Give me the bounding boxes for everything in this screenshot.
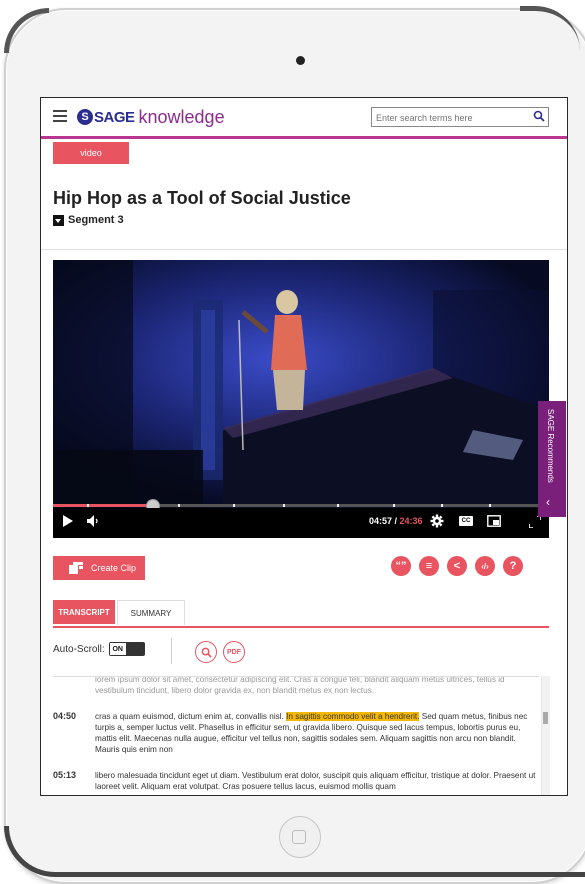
logo-product: knowledge [138,106,225,127]
time-separator: / [392,516,400,526]
fullscreen-icon[interactable] [529,516,541,528]
transcript-search-button[interactable] [195,641,217,663]
share-button[interactable]: < [447,556,467,576]
clip-icon [69,562,83,574]
volume-icon[interactable] [87,515,99,527]
site-header: S SAGE knowledge [41,98,567,139]
home-button[interactable] [279,816,321,858]
tab-summary[interactable]: SUMMARY [117,600,185,625]
search-icon [201,647,212,658]
chapter-marker [489,504,491,507]
screen: S SAGE knowledge video Hip Hop as a Tool… [40,97,568,796]
search-icon[interactable] [533,110,545,122]
page-title: Hip Hop as a Tool of Social Justice [53,188,351,208]
logo[interactable]: S SAGE knowledge [77,106,225,128]
transcript-timestamp[interactable]: 04:50 [53,711,76,722]
create-clip-label: Create Clip [91,563,137,573]
autoscroll-control: Auto-Scroll: ON [53,642,145,656]
progress-fill [53,504,153,507]
logo-mark: S [77,109,93,125]
progress-bar[interactable] [53,499,549,513]
cite-button[interactable]: “” [391,556,411,576]
chevron-down-icon [53,214,64,226]
transcript-text: cras a quam euismod, dictum enim at, con… [95,711,537,755]
time-display: 04:57 / 24:36 [369,516,423,526]
segment-selector[interactable]: Segment 3 [53,214,124,226]
tab-transcript[interactable]: TRANSCRIPT [53,600,115,624]
chapter-marker [178,504,180,507]
player-controls: 04:57 / 24:36 CC [53,508,549,538]
transcript-timestamp[interactable]: 05:13 [53,770,76,781]
tablet-edge [520,6,580,51]
divider [41,249,567,250]
create-clip-button[interactable]: Create Clip [53,556,145,580]
scroll-thumb[interactable] [543,712,548,724]
add-to-playlist-button[interactable]: ≡ [419,556,439,576]
sage-recommends-panel[interactable]: SAGE Recommends ‹ [538,401,566,517]
search-box [371,107,549,127]
chapter-marker [283,504,285,507]
divider [171,638,172,664]
video-player[interactable]: 04:57 / 24:36 CC [53,260,549,538]
autoscroll-label: Auto-Scroll: [53,643,105,655]
play-icon[interactable] [63,515,73,527]
transcript-text: libero malesuada tincidunt eget ut diam.… [95,771,536,791]
tablet-edge [4,8,49,53]
pdf-button[interactable]: PDF [223,641,245,663]
autoscroll-toggle[interactable]: ON [108,642,145,656]
chapter-marker [337,504,339,507]
transcript-list[interactable]: lorem ipsum dolor sit amet, consectetur … [53,676,539,795]
transcript-scrollbar[interactable] [541,676,550,795]
chapter-marker [393,504,395,507]
duration: 24:36 [399,516,423,526]
chevron-left-icon: ‹ [546,495,550,509]
segment-label: Segment 3 [68,214,124,226]
transcript-highlight: In sagittis commodo velit a hendrerit. [286,712,420,721]
toggle-state: ON [109,643,126,655]
tab-bar: TRANSCRIPT SUMMARY [53,600,549,628]
current-time: 04:57 [369,516,393,526]
logo-brand: SAGE [94,108,135,126]
chapter-marker [441,504,443,507]
transcript-panel-icon[interactable] [487,515,501,527]
video-frame [53,260,549,508]
help-button[interactable]: ? [503,556,523,576]
transcript-text-before: cras a quam euismod, dictum enim at, con… [95,712,284,721]
home-square-icon [292,830,306,844]
chapter-marker [233,504,235,507]
captions-icon[interactable]: CC [459,516,473,526]
content-type-badge: video [53,142,129,164]
recommends-label: SAGE Recommends [546,409,555,483]
embed-button[interactable]: ‹/› [475,556,495,576]
menu-icon[interactable] [53,110,67,122]
gear-icon[interactable] [430,514,444,528]
transcript-text: lorem ipsum dolor sit amet, consectetur … [95,676,505,695]
chapter-marker [87,504,89,507]
search-input[interactable] [372,110,530,126]
camera-icon [296,56,305,65]
